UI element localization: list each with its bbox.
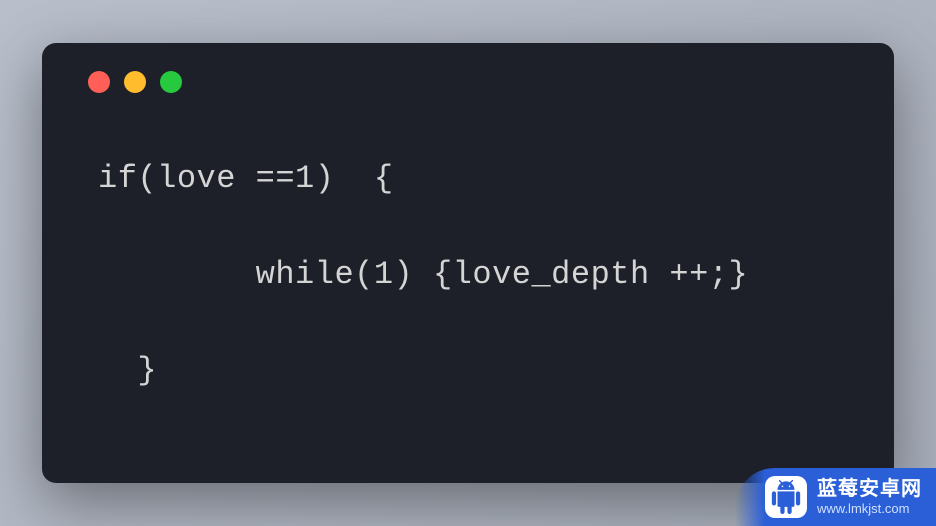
watermark: 蓝莓安卓网 www.lmkjst.com: [735, 468, 936, 526]
code-line: [98, 299, 894, 347]
android-icon: [765, 476, 807, 518]
window-controls: [42, 43, 894, 93]
code-line: if(love ==1) {: [98, 155, 894, 203]
code-window: if(love ==1) { while(1) {love_depth ++;}…: [42, 43, 894, 483]
watermark-text: 蓝莓安卓网 www.lmkjst.com: [817, 477, 922, 517]
close-icon[interactable]: [88, 71, 110, 93]
minimize-icon[interactable]: [124, 71, 146, 93]
code-line: }: [98, 347, 894, 395]
watermark-title: 蓝莓安卓网: [817, 477, 922, 501]
code-line: [98, 203, 894, 251]
watermark-url: www.lmkjst.com: [817, 501, 922, 517]
code-content: if(love ==1) { while(1) {love_depth ++;}…: [42, 93, 894, 395]
maximize-icon[interactable]: [160, 71, 182, 93]
code-line: while(1) {love_depth ++;}: [98, 251, 894, 299]
